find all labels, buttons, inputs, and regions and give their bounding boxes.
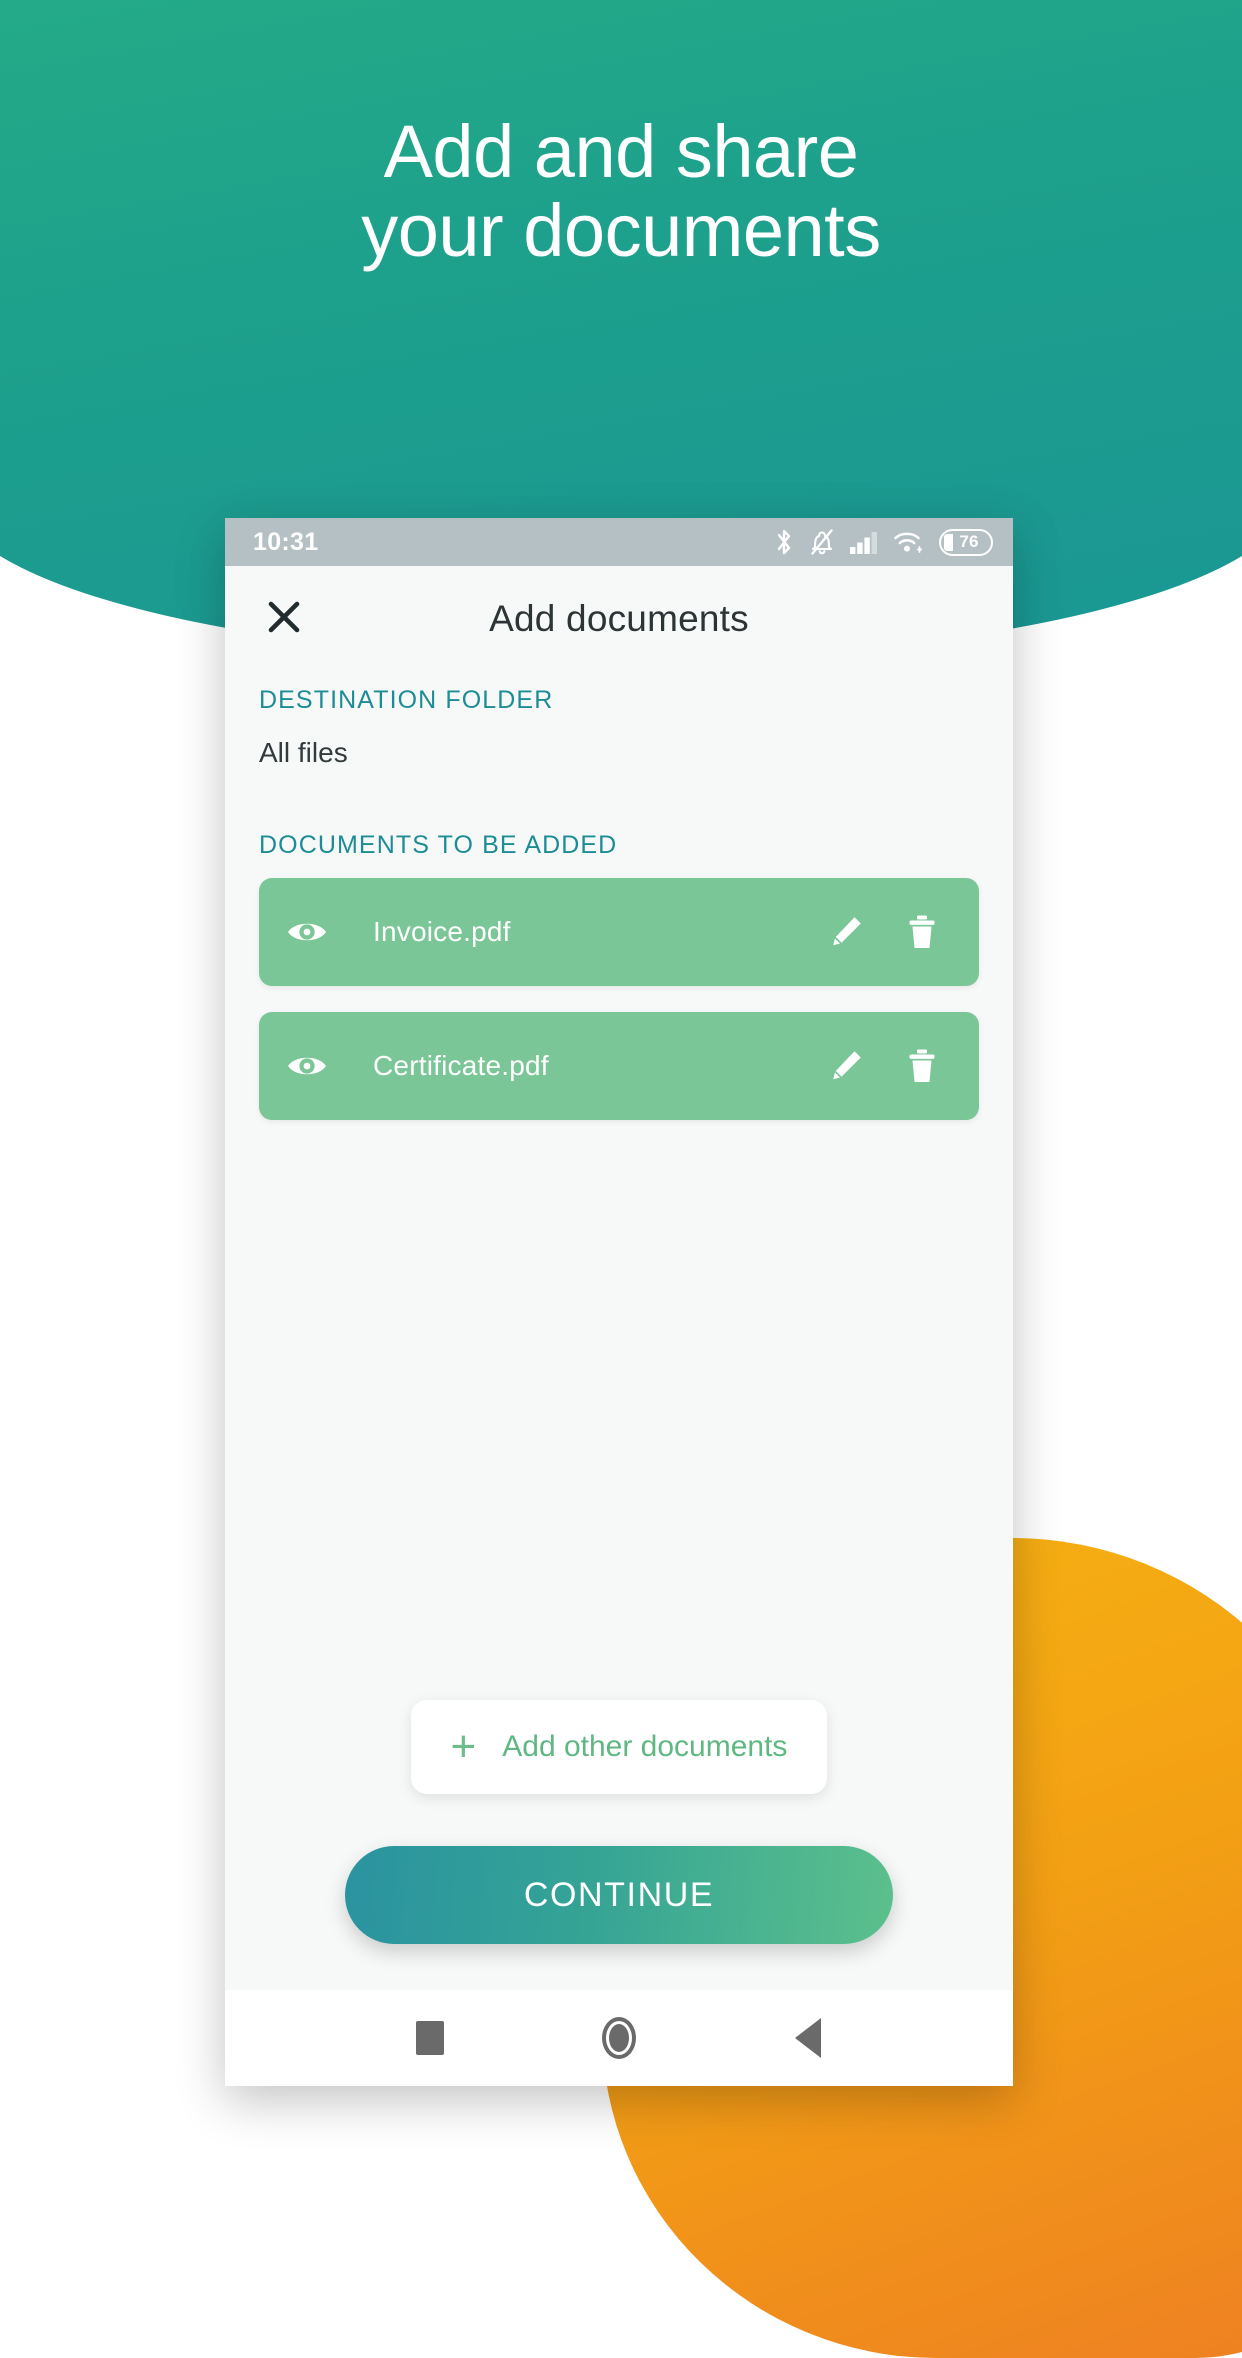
destination-folder-label: DESTINATION FOLDER xyxy=(259,686,554,714)
signal-bars-icon xyxy=(849,529,879,555)
trash-icon[interactable] xyxy=(893,913,951,951)
square-recents-icon xyxy=(415,2021,444,2055)
bottom-actions: + Add other documents CONTINUE xyxy=(225,1700,1013,1990)
close-icon xyxy=(264,597,304,642)
hero-headline: Add and share your documents xyxy=(361,110,881,273)
pencil-icon[interactable] xyxy=(817,913,875,951)
back-button[interactable] xyxy=(773,2003,843,2073)
add-other-documents-label: Add other documents xyxy=(502,1730,788,1763)
battery-icon: 76 xyxy=(939,528,993,556)
home-button[interactable] xyxy=(584,2003,654,2073)
battery-level: 76 xyxy=(959,532,979,551)
trash-icon[interactable] xyxy=(893,1047,951,1085)
phone-mockup: 10:31 76 Add documents DESTINATION FOLDE… xyxy=(225,518,1013,2086)
status-time: 10:31 xyxy=(253,527,319,556)
document-name: Certificate.pdf xyxy=(373,1050,549,1081)
destination-folder-value[interactable]: All files xyxy=(225,737,1013,769)
page-title: Add documents xyxy=(489,598,749,639)
app-screen: Add documents DESTINATION FOLDER All fil… xyxy=(225,566,1013,1990)
app-bar: Add documents xyxy=(225,566,1013,672)
triangle-back-icon xyxy=(795,2018,822,2058)
documents-to-add-label: DOCUMENTS TO BE ADDED xyxy=(259,831,618,859)
bluetooth-icon xyxy=(773,527,795,557)
status-bar: 10:31 76 xyxy=(225,518,1013,566)
close-button[interactable] xyxy=(257,592,311,646)
notifications-off-icon xyxy=(809,527,835,557)
recents-button[interactable] xyxy=(395,2003,465,2073)
document-row[interactable]: Invoice.pdf xyxy=(259,878,979,986)
document-name: Invoice.pdf xyxy=(373,916,511,947)
eye-icon[interactable] xyxy=(281,915,333,949)
document-list: Invoice.pdf Certificate.pdf xyxy=(225,860,1013,1146)
plus-icon: + xyxy=(450,1722,477,1771)
android-nav-bar xyxy=(225,1990,1013,2086)
pencil-icon[interactable] xyxy=(817,1047,875,1085)
status-icon-group: 76 xyxy=(773,527,993,557)
wifi-icon xyxy=(893,529,925,555)
continue-button-label: CONTINUE xyxy=(523,1875,715,1914)
document-row[interactable]: Certificate.pdf xyxy=(259,1012,979,1120)
continue-button[interactable]: CONTINUE xyxy=(345,1846,893,1944)
eye-icon[interactable] xyxy=(281,1049,333,1083)
circle-home-icon xyxy=(601,2017,636,2059)
add-other-documents-button[interactable]: + Add other documents xyxy=(410,1700,828,1794)
